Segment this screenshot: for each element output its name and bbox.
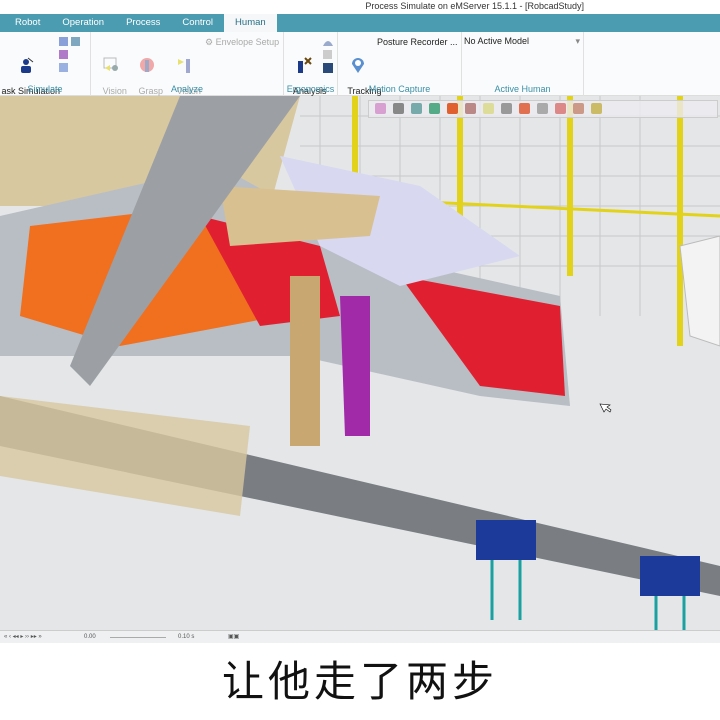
sim-time: 0.00 [84, 634, 96, 640]
tab-process[interactable]: Process [115, 14, 171, 32]
group-active-human: No Active Model ▾ Active Human [462, 32, 584, 96]
fit-icon[interactable] [411, 103, 422, 114]
viewport-toolbar [368, 100, 718, 118]
3d-viewport[interactable] [0, 96, 720, 630]
posture-recorder-button[interactable]: Posture Recorder ... [377, 37, 461, 47]
ribbon-tabs: Robot Operation Process Control Human [0, 14, 720, 32]
simulation-player-bar: « ‹ ◂◂ ▸ ›› ▸▸ » 0.00 0.10 s ▣▣ [0, 630, 720, 643]
ribbon: ask Simulation Builder Simulate Vision W… [0, 32, 720, 106]
time-slider[interactable] [110, 637, 166, 638]
view-cube-icon[interactable] [429, 103, 440, 114]
section-icon[interactable] [465, 103, 476, 114]
measure-icon[interactable] [537, 103, 548, 114]
clamp-fixture [220, 186, 380, 246]
group-label-motion-capture: Motion Capture [368, 84, 431, 94]
vision-envelope-icon [178, 59, 190, 73]
video-subtitle: 让他走了两步 [221, 657, 498, 706]
pick-icon[interactable] [501, 103, 512, 114]
group-label-analyze: Analyze [170, 84, 204, 94]
hoist-2 [640, 556, 700, 596]
group-simulate: ask Simulation Builder Simulate [0, 32, 91, 106]
window-title: Process Simulate on eMServer 15.1.1 - [R… [0, 0, 720, 14]
active-human-dropdown[interactable]: No Active Model ▾ [464, 36, 582, 46]
tab-control[interactable]: Control [171, 14, 224, 32]
zoom-icon[interactable] [375, 103, 386, 114]
time-step[interactable]: 0.10 s [178, 631, 194, 643]
group-label-active-human: Active Human [494, 84, 551, 94]
playback-controls[interactable]: « ‹ ◂◂ ▸ ›› ▸▸ » [4, 631, 42, 643]
hoist-1 [476, 520, 536, 560]
chevron-down-icon: ▾ [575, 36, 580, 46]
placement-icon[interactable] [591, 103, 602, 114]
human-wand-icon [21, 57, 34, 73]
render-icon[interactable] [447, 103, 458, 114]
snap-icon[interactable] [573, 103, 584, 114]
group-label-ergonomics: Ergonomics [286, 84, 335, 94]
color-icon[interactable] [519, 103, 530, 114]
group-label-simulate: Simulate [27, 84, 63, 94]
location-pin-icon [352, 58, 364, 73]
light-icon[interactable] [483, 103, 494, 114]
envelope-setup-button[interactable]: ⚙ Envelope Setup [205, 37, 285, 47]
simulate-tools-icons[interactable] [58, 36, 84, 76]
frame-icon[interactable] [555, 103, 566, 114]
vision-window-icon [103, 57, 118, 71]
group-analyze: Vision Window Grasp Envelope Vision Enve… [91, 32, 285, 106]
column [290, 276, 320, 446]
analysis-tools-icon [298, 57, 312, 73]
group-ergonomics: Analysis Tools▾ Ergonomics [284, 32, 338, 106]
tab-human[interactable]: Human [224, 14, 277, 32]
ergonomics-small-icons[interactable] [322, 36, 334, 76]
tab-robot[interactable]: Robot [4, 14, 51, 32]
station-scene [0, 96, 720, 630]
envelope-setup-icon: ⚙ [205, 37, 216, 47]
purple-bracket [340, 296, 370, 436]
grasp-envelope-icon [140, 58, 154, 72]
camera-icons[interactable]: ▣▣ [228, 631, 239, 643]
search-icon[interactable] [393, 103, 404, 114]
group-motion-capture: Tracking Setup▾ Posture Recorder ... Mot… [338, 32, 462, 106]
tab-operation[interactable]: Operation [51, 14, 115, 32]
